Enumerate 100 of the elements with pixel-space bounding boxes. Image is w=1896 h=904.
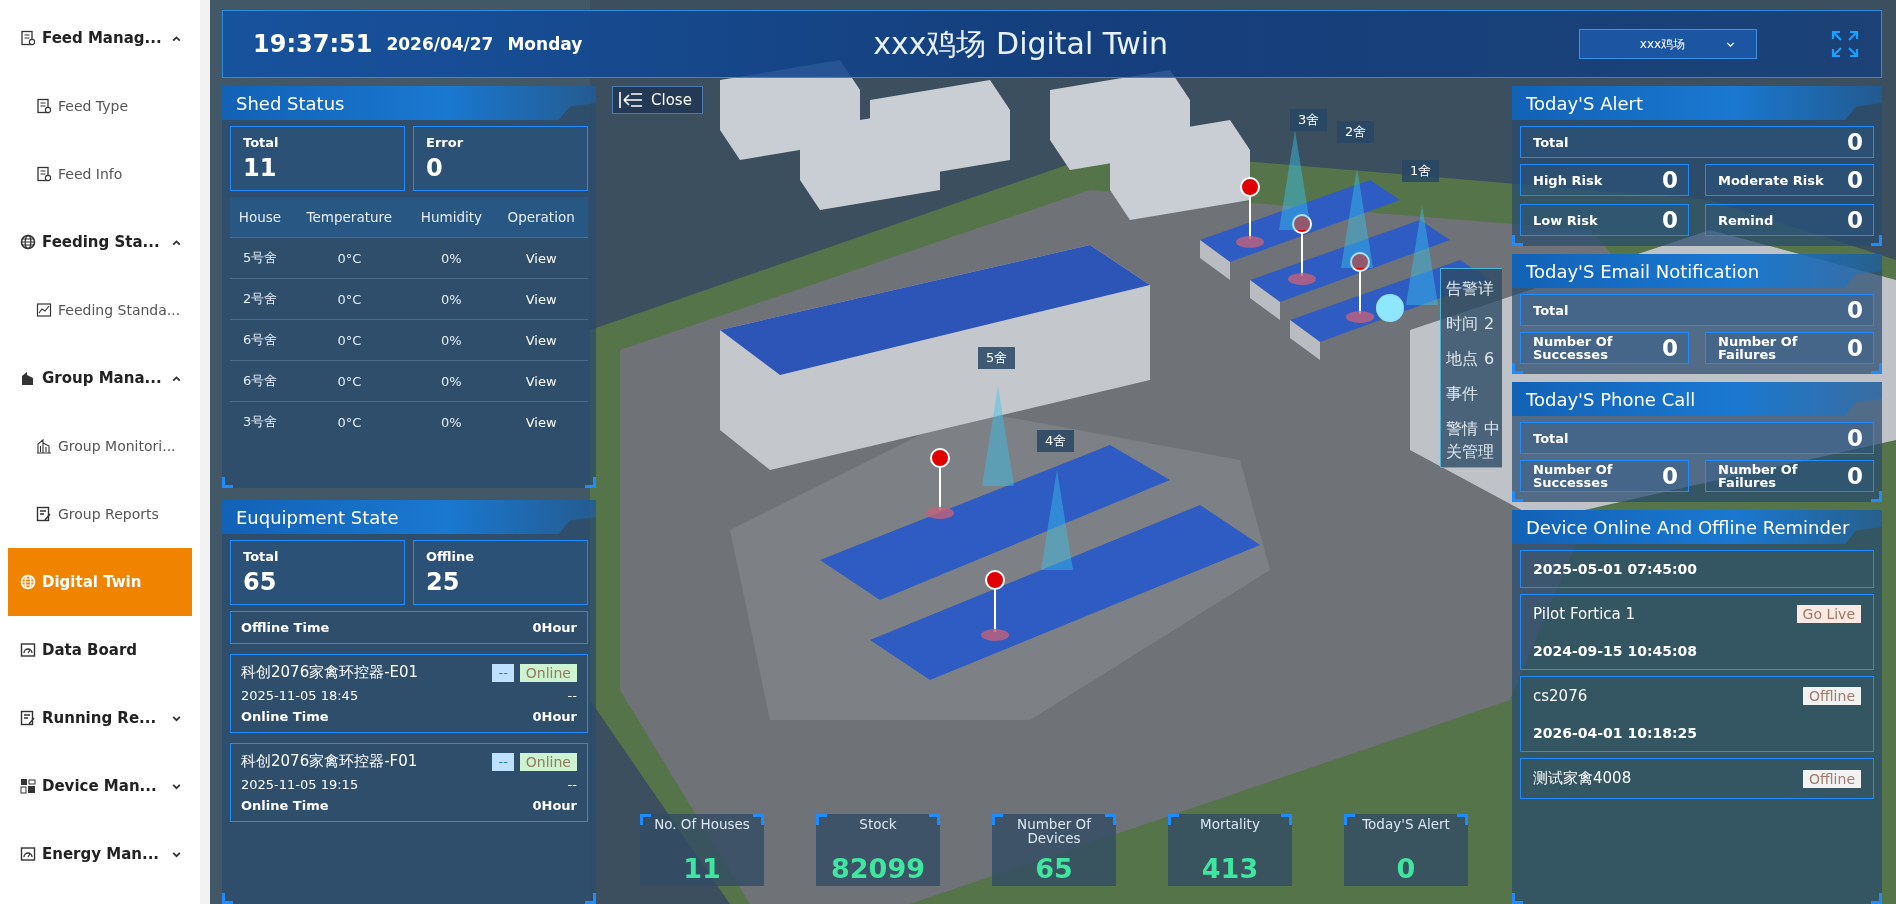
count-label: Number Of Successes [1533,463,1614,489]
view-link[interactable]: View [525,250,557,266]
popup-title: 告警详 [1446,279,1495,300]
popup-value: 中 [1484,419,1500,440]
sidebar-subitem[interactable]: Feeding Standa... [0,276,200,344]
view-link[interactable]: View [525,291,557,307]
summary-value: 413 [1201,854,1259,884]
popup-label: 地点 [1446,349,1478,370]
stat-label: Total [243,549,280,564]
count-value: 0 [1662,167,1678,193]
date-text: 2026/04/27 [386,34,494,54]
corner-mark [816,814,827,825]
count-label: Number Of Successes [1533,335,1614,361]
sidebar-subitem[interactable]: Group Monitori... [0,412,200,480]
close-button[interactable]: Close [612,86,703,114]
reminder-date: 2024-09-15 10:45:08 [1533,643,1699,659]
house-label[interactable]: 4舍 [1037,430,1075,452]
house-label[interactable]: 3舍 [1290,109,1328,131]
house-label[interactable]: 1舍 [1402,160,1440,182]
device-name: 测试家禽4008 [1533,769,1632,788]
device-value: -- [567,688,577,703]
table-cell: 0% [408,401,495,442]
house-label[interactable]: 5舍 [978,347,1016,369]
table-cell: 0°C [290,278,409,320]
corner-mark [222,893,233,904]
duration-value: 0Hour [532,620,577,635]
summary-label: Number Of Devices [1016,818,1093,845]
globe-icon [20,574,36,590]
page-title: xxx鸡场 Digital Twin [872,24,1170,63]
table-cell: 0°C [290,401,409,442]
count-label: Moderate Risk [1718,173,1824,187]
summary-label: Stock [859,818,897,832]
table-cell: 0% [408,319,495,361]
count-value: 0 [1847,297,1863,323]
sidebar-item[interactable]: Running Re... [0,684,200,752]
panel-title: Device Online And Offline Reminder [1512,510,1882,544]
corner-mark [640,814,651,825]
corner-mark [992,814,1003,825]
corner-mark [1168,814,1179,825]
popup-text: 关管理 [1446,442,1495,463]
summary-label: No. Of Houses [654,818,750,832]
stat-value: 0 [426,154,444,182]
clock-time: 19:37:51 [253,30,373,58]
count-label: Number Of Failures [1718,463,1799,489]
popup-value: 6 [1484,349,1495,370]
column-header: Temperature [290,197,409,238]
count-value: 0 [1662,463,1678,489]
corner-mark [1457,814,1468,825]
device-tag: -- [492,663,514,682]
view-link[interactable]: View [525,414,557,430]
sidebar-subitem[interactable]: Group Reports [0,480,200,548]
panel-title: Euquipment State [222,500,596,534]
weekday-text: Monday [507,34,583,54]
stat-value: 11 [243,154,278,182]
stat-label: Total [243,135,280,150]
sidebar-item[interactable]: Data Board [0,616,200,684]
summary-value: 0 [1396,854,1416,884]
column-header: Humidity [408,197,495,238]
sidebar-item[interactable]: Energy Man... [0,820,200,888]
count-label: Remind [1718,213,1774,227]
corner-mark [1105,814,1116,825]
count-label: Total [1533,135,1569,149]
reminder-date: 2026-04-01 10:18:25 [1533,725,1699,741]
corner-mark [585,477,596,488]
sidebar-item[interactable]: Group Mana... [0,344,200,412]
sidebar-item[interactable]: Device Man... [0,752,200,820]
corner-mark [1512,491,1523,502]
count-value: 0 [1847,167,1863,193]
status-badge: Online [519,752,577,771]
fullscreen-icon[interactable] [1831,30,1859,58]
house-label[interactable]: 2舍 [1337,121,1375,143]
device-date: 2025-11-05 19:15 [241,777,359,792]
popup-label: 事件 [1446,384,1478,405]
status-badge: Online [519,663,577,682]
view-link[interactable]: View [525,373,557,389]
stat-value: 65 [243,568,278,596]
view-link[interactable]: View [525,332,557,348]
duration-value: 0Hour [532,709,577,724]
duration-value: 0Hour [532,798,577,813]
count-value: 0 [1847,335,1863,361]
corner-mark [1512,235,1523,246]
corner-mark [1281,814,1292,825]
sidebar-subitem[interactable]: Feed Info [0,140,200,208]
panel-title: Today'S Alert [1512,86,1882,120]
edit-icon [36,506,52,522]
device-value: -- [567,777,577,792]
status-badge: Offline [1803,687,1861,705]
dashboard-icon [20,642,36,658]
corner-mark [1512,893,1523,904]
status-badge: Go Live [1796,605,1861,623]
stat-value: 25 [426,568,461,596]
farm-select[interactable]: xxx鸡场 [1579,29,1757,59]
summary-label: Mortality [1200,818,1260,832]
sidebar-item[interactable]: Feeding Sta... [0,208,200,276]
sidebar-item[interactable]: Feed Manag... [0,4,200,72]
table-cell: 6号舍 [230,319,291,361]
table-cell: 0% [408,237,495,279]
sidebar-subitem[interactable]: Feed Type [0,72,200,140]
corner-mark [1512,363,1523,374]
column-header: Operation [494,197,588,238]
